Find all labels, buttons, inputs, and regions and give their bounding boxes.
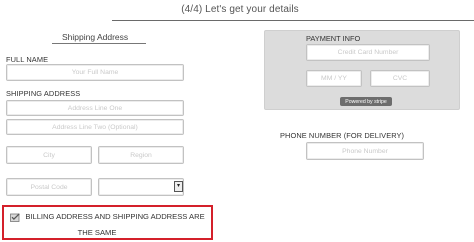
powered-by-stripe-badge[interactable]: Powered by stripe <box>340 97 392 106</box>
expiry-input[interactable]: MM / YY <box>306 70 362 87</box>
chevron-down-icon[interactable]: ▾ <box>174 181 183 192</box>
phone-label: PHONE NUMBER (FOR DELIVERY) <box>280 131 405 140</box>
full-name-placeholder: Your Full Name <box>71 69 119 76</box>
full-name-label: FULL NAME <box>6 55 49 64</box>
address-line-one-placeholder: Address Line One <box>67 104 123 112</box>
address-line-one-input[interactable]: Address Line One <box>6 100 184 116</box>
expiry-placeholder: MM / YY <box>321 75 347 82</box>
postal-code-placeholder: Postal Code <box>30 183 68 191</box>
address-line-two-input[interactable]: Address Line Two (Optional) <box>6 119 184 135</box>
region-placeholder: Region <box>130 151 152 159</box>
phone-placeholder: Phone Number <box>342 147 388 155</box>
country-select-value <box>99 179 183 195</box>
card-number-placeholder: Credit Card Number <box>337 49 399 56</box>
shipping-title-underline <box>52 43 146 44</box>
header-divider <box>112 20 474 21</box>
step-title: (4/4) Let's get your details <box>160 4 320 15</box>
full-name-input[interactable]: Your Full Name <box>6 64 184 81</box>
checkbox-icon[interactable] <box>10 209 20 222</box>
cvc-input[interactable]: CVC <box>370 70 430 87</box>
city-placeholder: City <box>43 151 55 159</box>
city-input[interactable]: City <box>6 146 92 164</box>
cvc-placeholder: CVC <box>392 75 408 82</box>
card-number-input[interactable]: Credit Card Number <box>306 44 430 61</box>
address-line-two-placeholder: Address Line Two (Optional) <box>52 123 138 131</box>
shipping-section-title: Shipping Address <box>62 32 129 42</box>
billing-same-label-line2[interactable]: THE SAME <box>22 227 172 239</box>
country-select[interactable] <box>98 178 184 196</box>
region-input[interactable]: Region <box>98 146 184 164</box>
billing-same-label-line1[interactable]: BILLING ADDRESS AND SHIPPING ADDRESS ARE <box>22 211 208 223</box>
payment-info-title: PAYMENT INFO <box>306 34 361 43</box>
shipping-address-label: SHIPPING ADDRESS <box>6 89 81 98</box>
phone-input[interactable]: Phone Number <box>306 142 424 160</box>
postal-code-input[interactable]: Postal Code <box>6 178 92 196</box>
